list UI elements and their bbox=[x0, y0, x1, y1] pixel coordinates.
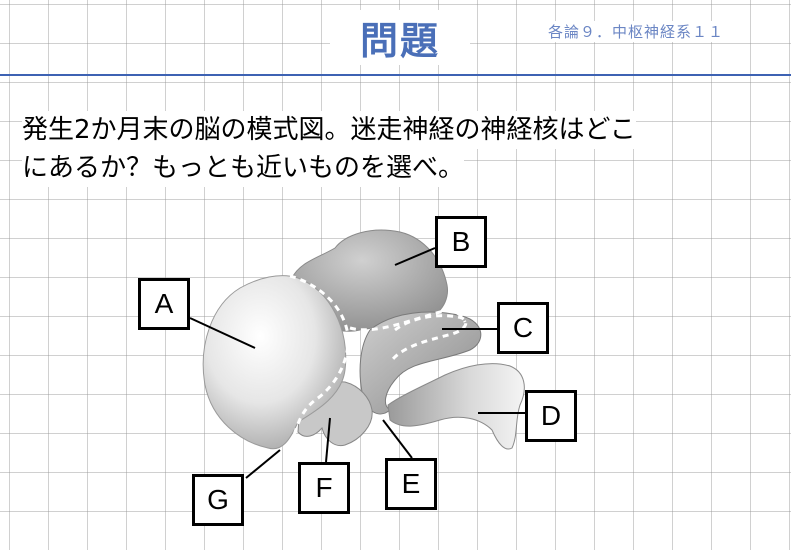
label-box-f: F bbox=[298, 462, 350, 514]
label-box-c: C bbox=[497, 302, 549, 354]
label-box-a: A bbox=[138, 278, 190, 330]
label-box-e: E bbox=[385, 458, 437, 510]
label-box-g: G bbox=[192, 474, 244, 526]
leader-line-g bbox=[245, 449, 281, 479]
slide: 問題 各論９．中枢神経系１１ 発生2か月末の脳の模式図。迷走神経の神経核はどこ … bbox=[0, 0, 791, 550]
label-box-b: B bbox=[435, 216, 487, 268]
spinal-cord-region bbox=[387, 363, 525, 450]
label-box-d: D bbox=[525, 390, 577, 442]
